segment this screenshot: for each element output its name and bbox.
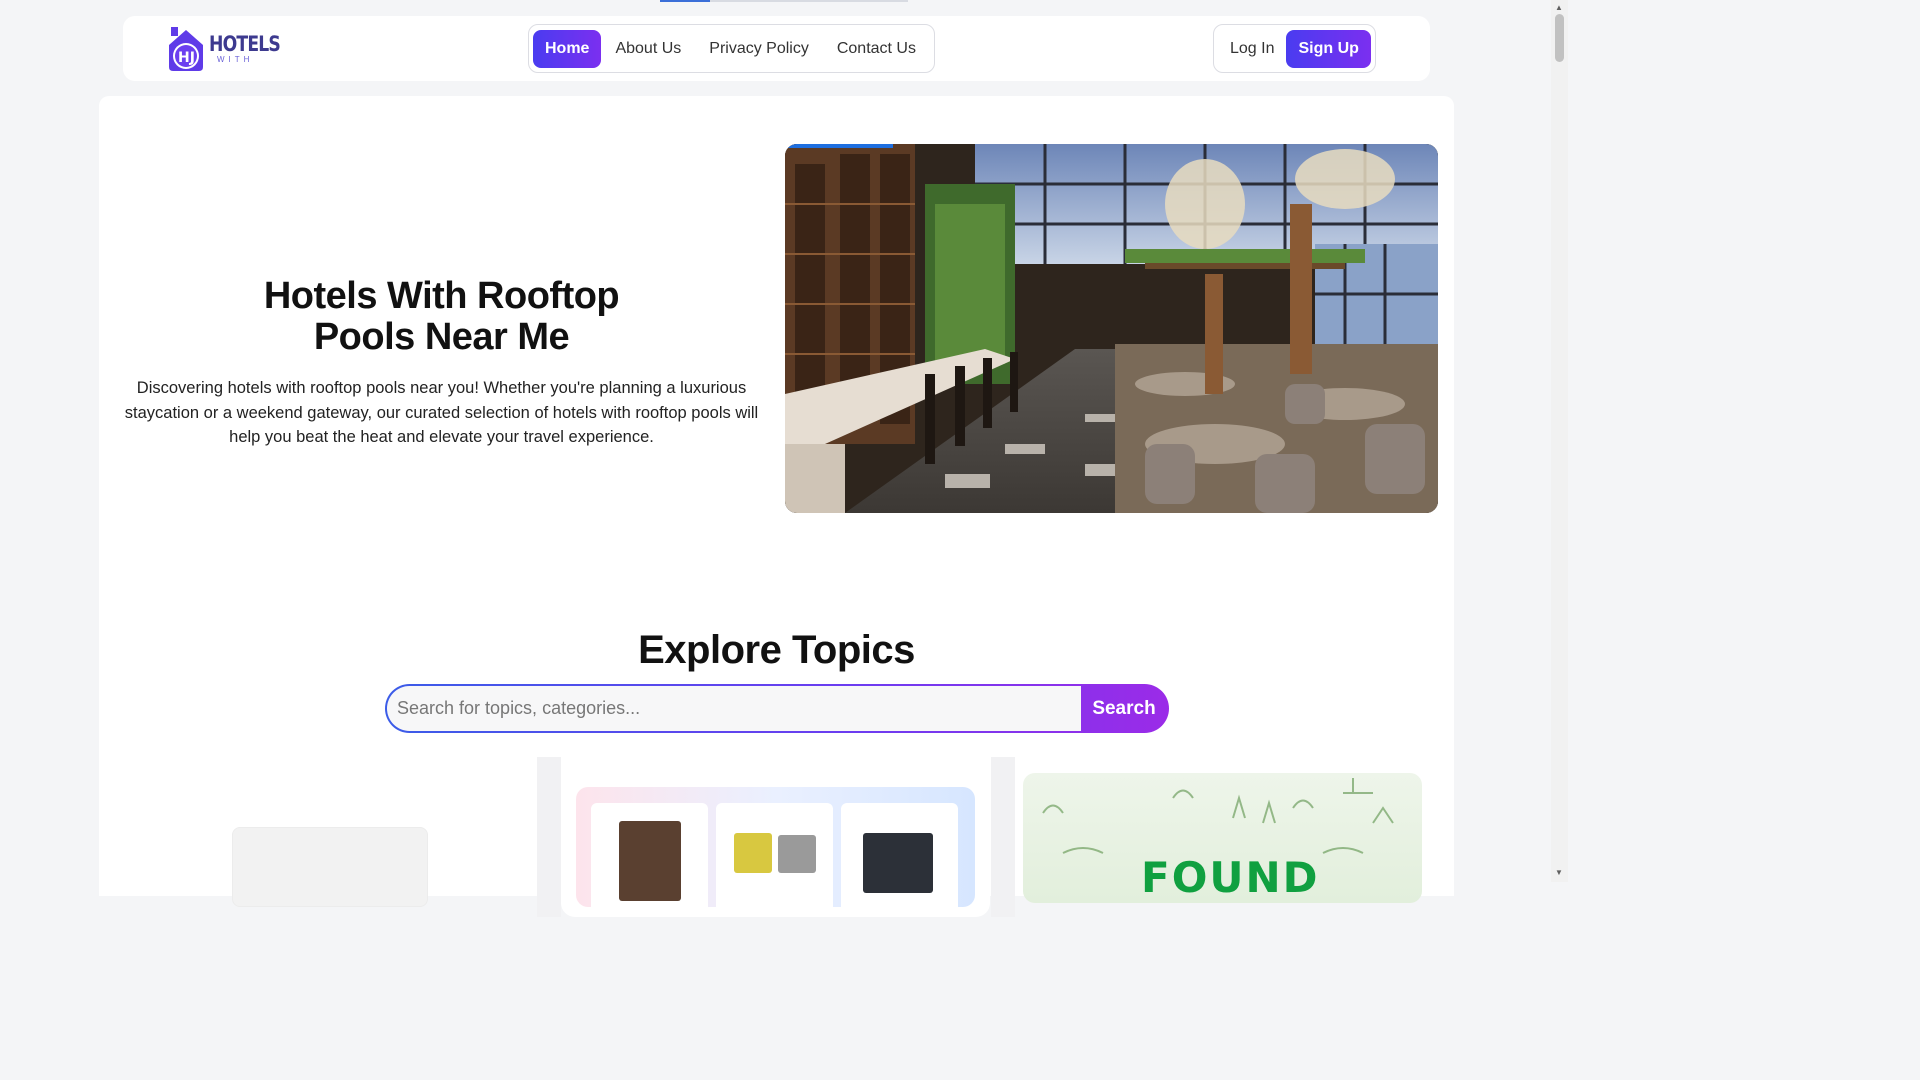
card-separator bbox=[537, 757, 561, 917]
main-content: Hotels With Rooftop Pools Near Me Discov… bbox=[99, 96, 1454, 917]
scrollbar-thumb[interactable] bbox=[1555, 14, 1564, 62]
explore-topics-title: Explore Topics bbox=[638, 628, 915, 672]
hero-description: Discovering hotels with rooftop pools ne… bbox=[124, 379, 759, 446]
search-button[interactable]: Search bbox=[1081, 686, 1167, 731]
page-load-indicator bbox=[660, 0, 908, 2]
topic-card[interactable]: FOUND bbox=[1023, 773, 1422, 903]
page-load-indicator-fill bbox=[660, 0, 710, 2]
login-button[interactable]: Log In bbox=[1218, 30, 1286, 68]
preview-thumbnail bbox=[841, 803, 958, 913]
house-logo-icon: HJ bbox=[169, 27, 203, 71]
card-separator bbox=[991, 757, 1015, 917]
topic-card[interactable] bbox=[561, 757, 990, 917]
site-logo[interactable]: HJ HOTELS WITH bbox=[165, 25, 296, 73]
signup-button[interactable]: Sign Up bbox=[1286, 29, 1371, 68]
hero-title: Hotels With Rooftop Pools Near Me bbox=[263, 275, 620, 358]
scroll-down-arrow-icon[interactable]: ▼ bbox=[1555, 868, 1563, 877]
nav-item-privacy-policy[interactable]: Privacy Policy bbox=[695, 30, 823, 68]
svg-text:HJ: HJ bbox=[178, 50, 195, 66]
nav-item-home[interactable]: Home bbox=[533, 29, 602, 68]
restaurant-interior-illustration bbox=[785, 144, 1438, 513]
topic-card-preview bbox=[576, 787, 975, 913]
logo-subtext: WITH bbox=[217, 55, 254, 64]
logo-text: HOTELS bbox=[209, 32, 281, 56]
preview-thumbnail bbox=[716, 803, 833, 913]
card-headline: FOUND bbox=[1141, 853, 1320, 902]
topic-search-input[interactable] bbox=[387, 686, 1081, 731]
topic-search-bar: Search bbox=[385, 684, 1169, 733]
page-scrollbar[interactable]: ▲ ▼ bbox=[1551, 0, 1568, 882]
scroll-up-arrow-icon[interactable]: ▲ bbox=[1555, 3, 1563, 12]
nav-item-contact-us[interactable]: Contact Us bbox=[823, 30, 930, 68]
main-nav: Home About Us Privacy Policy Contact Us bbox=[528, 24, 935, 73]
topic-card-placeholder[interactable] bbox=[232, 827, 428, 907]
image-load-bar bbox=[785, 144, 893, 148]
auth-group: Log In Sign Up bbox=[1213, 24, 1376, 73]
site-header: HJ HOTELS WITH Home About Us Privacy Pol… bbox=[123, 16, 1430, 81]
nav-item-about-us[interactable]: About Us bbox=[601, 30, 695, 68]
preview-thumbnail bbox=[591, 803, 708, 913]
hero-image bbox=[785, 144, 1438, 513]
